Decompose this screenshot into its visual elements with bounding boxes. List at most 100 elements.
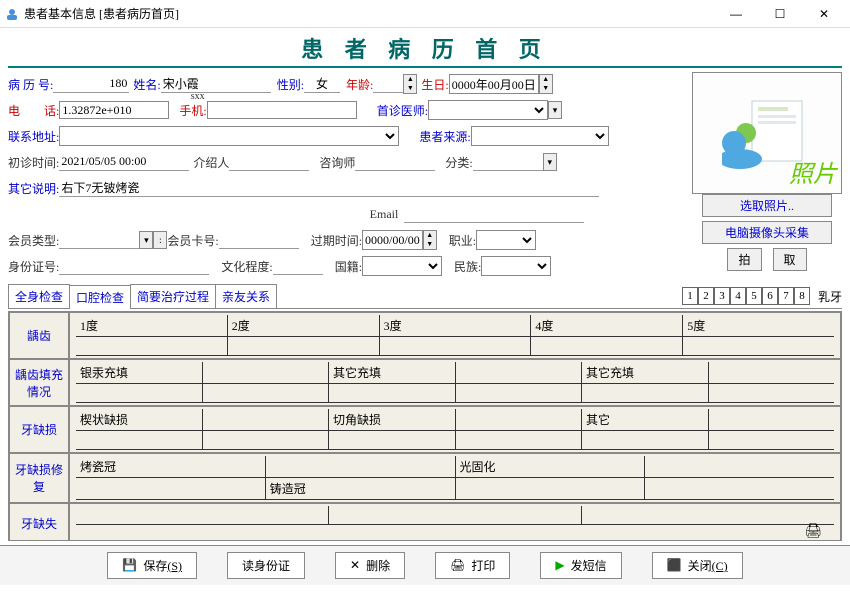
- sms-button[interactable]: ▶ 发短信: [540, 552, 621, 579]
- tooth-numbers: 1 2 3 4 5 6 7 8 乳牙: [682, 287, 842, 305]
- member-type-dd[interactable]: ▾: [139, 231, 153, 249]
- idcard-input[interactable]: [59, 257, 209, 275]
- page-title: 患 者 病 历 首 页: [8, 32, 842, 68]
- email-input[interactable]: [404, 205, 584, 223]
- nation-select[interactable]: [362, 256, 442, 276]
- read-id-button[interactable]: 读身份证: [227, 552, 305, 579]
- first-doc-extra[interactable]: ▾: [548, 101, 562, 119]
- gender-input[interactable]: [304, 75, 340, 93]
- tab-treatment[interactable]: 简要治疗过程: [130, 284, 216, 308]
- printer-icon[interactable]: 🖨: [804, 523, 822, 540]
- tab-relatives[interactable]: 亲友关系: [215, 284, 277, 308]
- close-button[interactable]: ⬛ 关闭(C): [652, 552, 743, 579]
- intro-label: 介绍人: [193, 154, 229, 171]
- birth-input[interactable]: 0000年00月00日: [449, 74, 539, 94]
- capture-button[interactable]: 拍: [727, 248, 761, 271]
- oral-exam-grid[interactable]: 龋齿 1度 2度 3度 4度 5度 龋齿填充情况 银汞充填 其它充填: [8, 311, 842, 541]
- edu-label: 文化程度:: [221, 258, 272, 275]
- photo-label: 照片: [789, 154, 837, 189]
- delete-button[interactable]: ✕ 删除: [335, 552, 405, 579]
- window-title: 患者基本信息 [患者病历首页]: [24, 5, 714, 22]
- tab-full-body[interactable]: 全身检查: [8, 284, 70, 308]
- maximize-button[interactable]: ☐: [758, 3, 802, 25]
- camera-capture-button[interactable]: 电脑摄像头采集: [702, 221, 832, 244]
- tooth-7[interactable]: 7: [778, 287, 794, 305]
- job-select[interactable]: [476, 230, 536, 250]
- tooth-4[interactable]: 4: [730, 287, 746, 305]
- first-time-input[interactable]: [59, 153, 189, 171]
- name-input[interactable]: [161, 75, 271, 93]
- birth-spinner[interactable]: ▲▼: [539, 74, 553, 94]
- print-button[interactable]: 🖨 打印: [435, 552, 510, 579]
- job-label: 职业:: [449, 232, 476, 249]
- tooth-2[interactable]: 2: [698, 287, 714, 305]
- row-missing-body[interactable]: 🖨: [69, 503, 841, 541]
- age-input[interactable]: [373, 75, 403, 93]
- age-label: 年龄:: [346, 76, 373, 93]
- member-type-dd2[interactable]: :: [153, 231, 167, 249]
- source-label: 患者来源:: [419, 128, 470, 145]
- source-select[interactable]: [471, 126, 609, 146]
- expire-input[interactable]: 0000/00/00: [362, 230, 423, 250]
- card-input[interactable]: [219, 231, 299, 249]
- first-time-label: 初诊时间:: [8, 154, 59, 171]
- mobile-label: 手机:: [179, 102, 206, 119]
- close-icon: ⬛: [667, 558, 682, 573]
- addr-select[interactable]: [59, 126, 399, 146]
- class-input[interactable]: [473, 153, 543, 171]
- row-caries-body[interactable]: 1度 2度 3度 4度 5度: [69, 312, 841, 359]
- intro-input[interactable]: [229, 153, 309, 171]
- tabs-row: 全身检查 口腔检查 简要治疗过程 亲友关系 1 2 3 4 5 6 7 8 乳牙: [8, 284, 842, 309]
- row-repair-body[interactable]: 烤瓷冠 光固化 铸造冠: [69, 453, 841, 503]
- window-titlebar: 患者基本信息 [患者病历首页] — ☐ ✕: [0, 0, 850, 28]
- phone-input[interactable]: [59, 101, 169, 119]
- age-spinner[interactable]: ▲▼: [403, 74, 417, 94]
- tooth-6[interactable]: 6: [762, 287, 778, 305]
- nation-label: 国籍:: [335, 258, 362, 275]
- row-defect-body[interactable]: 楔状缺损 切角缺损 其它: [69, 406, 841, 453]
- name-pinyin: sxx: [191, 91, 205, 102]
- name-label: 姓名:: [133, 76, 160, 93]
- email-label: Email: [370, 207, 399, 222]
- edu-input[interactable]: [273, 257, 323, 275]
- close-window-button[interactable]: ✕: [802, 3, 846, 25]
- card-label: 会员卡号:: [167, 232, 218, 249]
- print-icon: 🖨: [450, 558, 465, 573]
- tooth-8[interactable]: 8: [794, 287, 810, 305]
- first-doc-select[interactable]: [428, 100, 548, 120]
- class-label: 分类:: [445, 154, 472, 171]
- expire-label: 过期时间:: [311, 232, 362, 249]
- milk-tooth-label: 乳牙: [818, 288, 842, 305]
- tooth-1[interactable]: 1: [682, 287, 698, 305]
- photo-box: 照片: [692, 72, 842, 194]
- select-photo-button[interactable]: 选取照片..: [702, 194, 832, 217]
- save-button[interactable]: 💾 保存(S): [107, 552, 197, 579]
- minimize-button[interactable]: —: [714, 3, 758, 25]
- mobile-input[interactable]: [207, 101, 357, 119]
- tooth-3[interactable]: 3: [714, 287, 730, 305]
- get-button[interactable]: 取: [773, 248, 807, 271]
- save-icon: 💾: [122, 558, 137, 573]
- record-no-label: 病 历 号:: [8, 76, 53, 93]
- other-input[interactable]: [59, 179, 599, 197]
- delete-icon: ✕: [350, 558, 360, 573]
- row-filling-hdr: 龋齿填充情况: [9, 359, 69, 406]
- tooth-5[interactable]: 5: [746, 287, 762, 305]
- row-missing-hdr: 牙缺失: [9, 503, 69, 541]
- member-type-label: 会员类型:: [8, 232, 59, 249]
- play-icon: ▶: [555, 558, 564, 573]
- ethnic-label: 民族:: [454, 258, 481, 275]
- class-dd[interactable]: ▾: [543, 153, 557, 171]
- idcard-label: 身份证号:: [8, 258, 59, 275]
- row-filling-body[interactable]: 银汞充填 其它充填 其它充填: [69, 359, 841, 406]
- tab-oral[interactable]: 口腔检查: [69, 285, 131, 309]
- row-repair-hdr: 牙缺损修 复: [9, 453, 69, 503]
- app-icon: [4, 6, 20, 22]
- expire-spinner[interactable]: ▲▼: [423, 230, 437, 250]
- ethnic-select[interactable]: [481, 256, 551, 276]
- row-caries-hdr: 龋齿: [9, 312, 69, 359]
- record-no-input[interactable]: [53, 75, 129, 93]
- bottom-toolbar: 💾 保存(S) 读身份证 ✕ 删除 🖨 打印 ▶ 发短信 ⬛ 关闭(C): [0, 545, 850, 585]
- consult-input[interactable]: [355, 153, 435, 171]
- member-type-input[interactable]: [59, 231, 139, 249]
